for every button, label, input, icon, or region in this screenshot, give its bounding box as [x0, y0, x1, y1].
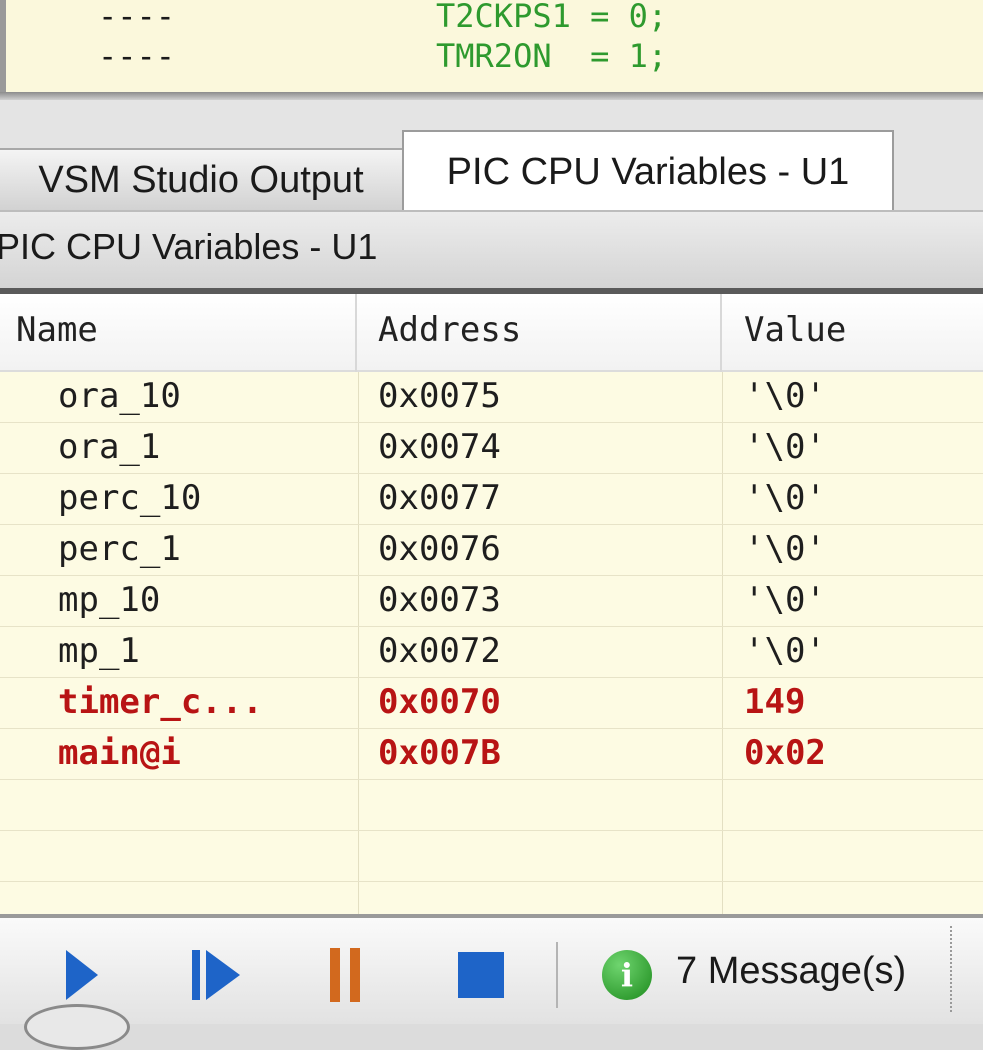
column-header-name[interactable]: Name	[16, 310, 98, 350]
column-resize-handle[interactable]	[720, 294, 722, 372]
table-row[interactable]: timer_c... 0x0070 149	[0, 678, 983, 729]
code-line: T2CKPS1 = 0;	[436, 0, 668, 35]
variable-value-cell: '\0'	[744, 631, 826, 671]
table-header: Name Address Value	[0, 294, 983, 372]
variable-name-cell: perc_10	[58, 478, 202, 518]
play-button[interactable]	[62, 946, 102, 1004]
messages-count[interactable]: 7 Message(s)	[676, 950, 906, 993]
code-line: TMR2ON = 1;	[436, 37, 668, 75]
table-row[interactable]: ora_10 0x0075 '\0'	[0, 372, 983, 423]
table-row[interactable]: main@i 0x007B 0x02	[0, 729, 983, 780]
variable-value-cell: '\0'	[744, 529, 826, 569]
debug-toolbar: i 7 Message(s)	[0, 914, 983, 1050]
variable-value-cell: 149	[744, 682, 806, 722]
code-editor: ---- T2CKPS1 = 0; ---- TMR2ON = 1;	[0, 0, 983, 92]
variable-value-cell: '\0'	[744, 427, 826, 467]
variable-name-cell: ora_1	[58, 427, 161, 467]
variable-name-cell: mp_10	[58, 580, 161, 620]
table-row[interactable]: perc_1 0x0076 '\0'	[0, 525, 983, 576]
variable-address-cell: 0x0076	[378, 529, 501, 569]
toolbar-grip[interactable]	[950, 926, 968, 1012]
table-row[interactable]: perc_10 0x0077 '\0'	[0, 474, 983, 525]
pause-button[interactable]	[326, 946, 366, 1004]
stop-icon	[458, 952, 504, 998]
panel-title: PIC CPU Variables - U1	[0, 226, 378, 267]
step-icon	[206, 950, 240, 1000]
editor-splitter[interactable]	[0, 92, 983, 100]
variable-address-cell: 0x0070	[378, 682, 501, 722]
table-row[interactable]: mp_10 0x0073 '\0'	[0, 576, 983, 627]
step-button[interactable]	[190, 946, 244, 1004]
variable-name-cell: mp_1	[58, 631, 140, 671]
variable-value-cell: '\0'	[744, 580, 826, 620]
empty-table-row	[0, 831, 983, 882]
variable-address-cell: 0x007B	[378, 733, 501, 773]
variable-value-cell: '\0'	[744, 478, 826, 518]
step-bar-icon	[192, 950, 200, 1000]
variable-address-cell: 0x0074	[378, 427, 501, 467]
pause-icon	[350, 948, 360, 1002]
variable-address-cell: 0x0077	[378, 478, 501, 518]
variable-name-cell: timer_c...	[58, 682, 263, 722]
variable-address-cell: 0x0072	[378, 631, 501, 671]
variable-name-cell: ora_10	[58, 376, 181, 416]
variable-name-cell: perc_1	[58, 529, 181, 569]
start-orb[interactable]	[24, 1004, 130, 1050]
variables-table: Name Address Value ora_10 0x0075 '\0' ora_1…	[0, 294, 983, 914]
tab-vsm-studio-output[interactable]: VSM Studio Output	[0, 148, 404, 210]
variable-value-cell: 0x02	[744, 733, 826, 773]
table-row[interactable]: ora_1 0x0074 '\0'	[0, 423, 983, 474]
play-icon	[66, 950, 98, 1000]
tab-pic-cpu-variables[interactable]: PIC CPU Variables - U1	[402, 130, 894, 212]
pause-icon	[330, 948, 340, 1002]
column-header-address[interactable]: Address	[378, 310, 521, 350]
tab-bar: VSM Studio Output PIC CPU Variables - U1	[0, 100, 983, 212]
empty-table-row	[0, 780, 983, 831]
stop-button[interactable]	[456, 946, 506, 1004]
table-row[interactable]: mp_1 0x0072 '\0'	[0, 627, 983, 678]
variable-value-cell: '\0'	[744, 376, 826, 416]
info-icon[interactable]: i	[602, 950, 652, 1000]
variable-name-cell: main@i	[58, 733, 181, 773]
variable-address-cell: 0x0073	[378, 580, 501, 620]
code-line-marker: ----	[98, 0, 176, 35]
column-header-value[interactable]: Value	[744, 310, 846, 350]
toolbar-divider	[556, 942, 558, 1008]
variable-address-cell: 0x0075	[378, 376, 501, 416]
panel-title-bar: PIC CPU Variables - U1	[0, 210, 983, 288]
empty-table-row	[0, 882, 983, 914]
code-line-marker: ----	[98, 37, 176, 75]
column-resize-handle[interactable]	[355, 294, 357, 372]
